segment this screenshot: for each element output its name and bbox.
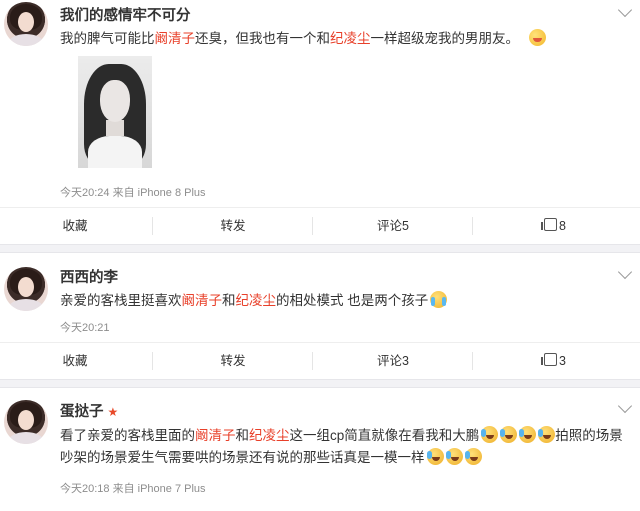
username[interactable]: 西西的李 — [60, 266, 118, 287]
post-image[interactable] — [78, 56, 152, 168]
chevron-down-icon[interactable] — [617, 2, 633, 18]
repost-button[interactable]: 转发 — [188, 208, 278, 244]
laugh-cry-emoji-icon — [445, 448, 463, 465]
laugh-cry-emoji-icon — [464, 448, 482, 465]
laugh-cry-emoji-icon — [500, 426, 518, 443]
topic-link[interactable]: 纪凌尘 — [249, 428, 290, 443]
post-text: 我的脾气可能比阚清子还臭，但我也有一个和纪凌尘一样超级宠我的男朋友。 — [60, 28, 625, 50]
topic-link[interactable]: 阚清子 — [195, 428, 236, 443]
chevron-down-icon[interactable] — [617, 264, 633, 280]
divider — [472, 217, 473, 235]
action-bar: 收藏 转发 评论5 8 — [0, 207, 640, 244]
topic-link[interactable]: 阚清子 — [155, 31, 196, 46]
like-button[interactable]: 8 — [510, 208, 600, 244]
divider — [472, 352, 473, 370]
chevron-down-icon[interactable] — [617, 398, 633, 414]
topic-link[interactable]: 纪凌尘 — [236, 293, 277, 308]
post-1: 我们的感情牢不可分 我的脾气可能比阚清子还臭，但我也有一个和纪凌尘一样超级宠我的… — [0, 0, 640, 244]
post-text: 亲爱的客栈里挺喜欢阚清子和纪凌尘的相处模式 也是两个孩子 — [60, 290, 625, 312]
post-meta: 今天20:18 来自 iPhone 7 Plus — [60, 483, 206, 495]
post-3: 蛋挞子 ★ 看了亲爱的客栈里面的阚清子和纪凌尘这一组cp简直就像在看我和大鹏 拍照的… — [0, 388, 640, 511]
avatar[interactable] — [4, 2, 48, 46]
topic-link[interactable]: 阚清子 — [182, 293, 223, 308]
thumbs-up-icon — [541, 218, 558, 231]
divider — [152, 352, 153, 370]
laugh-cry-emoji-icon — [426, 448, 444, 465]
divider — [312, 352, 313, 370]
favorite-button[interactable]: 收藏 — [30, 208, 120, 244]
username[interactable]: 蛋挞子 ★ — [60, 400, 118, 421]
avatar[interactable] — [4, 400, 48, 444]
post-text: 看了亲爱的客栈里面的阚清子和纪凌尘这一组cp简直就像在看我和大鹏 拍照的场景吵架的… — [60, 426, 623, 465]
post-meta: 今天20:21 — [60, 322, 110, 334]
laugh-cry-emoji-icon — [481, 426, 499, 443]
repost-button[interactable]: 转发 — [188, 343, 278, 379]
laugh-cry-emoji-icon — [538, 426, 556, 443]
comment-button[interactable]: 评论3 — [348, 343, 438, 379]
thumbs-up-icon — [541, 353, 558, 366]
blush-emoji-icon — [529, 29, 546, 46]
comment-button[interactable]: 评论5 — [348, 208, 438, 244]
cry-emoji-icon — [430, 291, 448, 308]
laugh-cry-emoji-icon — [519, 426, 537, 443]
post-2: 西西的李 亲爱的客栈里挺喜欢阚清子和纪凌尘的相处模式 也是两个孩子 今天20:2… — [0, 253, 640, 379]
avatar[interactable] — [4, 267, 48, 311]
divider — [152, 217, 153, 235]
divider — [312, 217, 313, 235]
vip-badge-icon: ★ — [107, 405, 119, 419]
action-bar: 收藏 转发 评论3 3 — [0, 342, 640, 379]
topic-link[interactable]: 纪凌尘 — [330, 31, 371, 46]
post-separator — [0, 379, 640, 388]
username[interactable]: 我们的感情牢不可分 — [60, 4, 191, 25]
favorite-button[interactable]: 收藏 — [30, 343, 120, 379]
post-meta: 今天20:24 来自 iPhone 8 Plus — [60, 187, 206, 199]
post-separator — [0, 244, 640, 253]
like-button[interactable]: 3 — [510, 343, 600, 379]
